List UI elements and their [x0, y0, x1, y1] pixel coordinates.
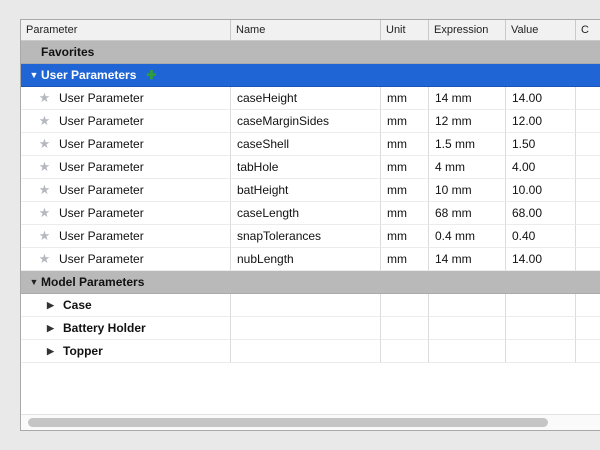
model-group-row-topper[interactable]: ▶ Topper: [21, 340, 600, 363]
param-comment[interactable]: [576, 110, 600, 133]
column-header-comments[interactable]: C: [576, 20, 600, 40]
chevron-right-icon[interactable]: ▶: [47, 317, 57, 339]
param-comment[interactable]: [576, 133, 600, 156]
param-expression[interactable]: 14 mm: [429, 248, 506, 271]
table-row[interactable]: ★ User Parameter caseLength mm 68 mm 68.…: [21, 202, 600, 225]
param-unit: mm: [381, 133, 429, 156]
param-name[interactable]: caseHeight: [231, 87, 381, 110]
model-group-label: Topper: [63, 340, 103, 362]
param-type-label: User Parameter: [59, 133, 144, 155]
param-unit: mm: [381, 156, 429, 179]
param-unit: mm: [381, 179, 429, 202]
model-group-label: Case: [63, 294, 92, 316]
param-expression[interactable]: 0.4 mm: [429, 225, 506, 248]
param-name[interactable]: batHeight: [231, 179, 381, 202]
column-header-name[interactable]: Name: [231, 20, 381, 40]
favorite-star-icon[interactable]: ★: [37, 110, 52, 132]
favorites-group-row[interactable]: Favorites: [21, 41, 600, 64]
chevron-right-icon[interactable]: ▶: [47, 340, 57, 362]
model-group-label: Battery Holder: [63, 317, 146, 339]
chevron-right-icon[interactable]: ▶: [47, 294, 57, 316]
param-type-label: User Parameter: [59, 156, 144, 178]
favorite-star-icon[interactable]: ★: [37, 179, 52, 201]
table-row[interactable]: ★ User Parameter snapTolerances mm 0.4 m…: [21, 225, 600, 248]
param-value: 0.40: [506, 225, 576, 248]
user-parameters-group-label: User Parameters: [41, 68, 136, 82]
param-name[interactable]: caseMarginSides: [231, 110, 381, 133]
param-name[interactable]: snapTolerances: [231, 225, 381, 248]
param-comment[interactable]: [576, 248, 600, 271]
table-row[interactable]: ★ User Parameter caseMarginSides mm 12 m…: [21, 110, 600, 133]
scrollbar-thumb[interactable]: [28, 418, 548, 427]
favorite-star-icon[interactable]: ★: [37, 202, 52, 224]
table-row[interactable]: ★ User Parameter batHeight mm 10 mm 10.0…: [21, 179, 600, 202]
model-group-row-case[interactable]: ▶ Case: [21, 294, 600, 317]
param-value: 12.00: [506, 110, 576, 133]
param-expression[interactable]: 12 mm: [429, 110, 506, 133]
model-parameters-group-row[interactable]: ▼ Model Parameters: [21, 271, 600, 294]
favorite-star-icon[interactable]: ★: [37, 133, 52, 155]
param-type-label: User Parameter: [59, 87, 144, 109]
param-comment[interactable]: [576, 202, 600, 225]
param-unit: mm: [381, 248, 429, 271]
favorites-group-label: Favorites: [41, 45, 94, 59]
favorite-star-icon[interactable]: ★: [37, 156, 52, 178]
chevron-down-icon[interactable]: ▼: [27, 277, 41, 287]
param-value: 4.00: [506, 156, 576, 179]
param-expression[interactable]: 68 mm: [429, 202, 506, 225]
param-name[interactable]: caseShell: [231, 133, 381, 156]
param-expression[interactable]: 10 mm: [429, 179, 506, 202]
param-comment[interactable]: [576, 225, 600, 248]
chevron-down-icon[interactable]: ▼: [27, 70, 41, 80]
param-value: 14.00: [506, 248, 576, 271]
param-expression[interactable]: 14 mm: [429, 87, 506, 110]
column-header-value[interactable]: Value: [506, 20, 576, 40]
table-row[interactable]: ★ User Parameter caseHeight mm 14 mm 14.…: [21, 87, 600, 110]
param-unit: mm: [381, 87, 429, 110]
param-value: 10.00: [506, 179, 576, 202]
param-value: 14.00: [506, 87, 576, 110]
param-name[interactable]: tabHole: [231, 156, 381, 179]
param-type-label: User Parameter: [59, 179, 144, 201]
favorite-star-icon[interactable]: ★: [37, 87, 52, 109]
param-type-label: User Parameter: [59, 248, 144, 270]
horizontal-scrollbar[interactable]: [21, 414, 600, 430]
param-comment[interactable]: [576, 156, 600, 179]
table-row[interactable]: ★ User Parameter tabHole mm 4 mm 4.00: [21, 156, 600, 179]
param-type-label: User Parameter: [59, 225, 144, 247]
user-parameters-group-row[interactable]: ▼ User Parameters ✚: [21, 64, 600, 87]
param-value: 68.00: [506, 202, 576, 225]
param-comment[interactable]: [576, 87, 600, 110]
table-header: Parameter Name Unit Expression Value C: [21, 20, 600, 41]
param-expression[interactable]: 1.5 mm: [429, 133, 506, 156]
table-row[interactable]: ★ User Parameter nubLength mm 14 mm 14.0…: [21, 248, 600, 271]
favorite-star-icon[interactable]: ★: [37, 225, 52, 247]
param-unit: mm: [381, 110, 429, 133]
table-row[interactable]: ★ User Parameter caseShell mm 1.5 mm 1.5…: [21, 133, 600, 156]
param-comment[interactable]: [576, 179, 600, 202]
column-header-expression[interactable]: Expression: [429, 20, 506, 40]
param-name[interactable]: caseLength: [231, 202, 381, 225]
param-unit: mm: [381, 225, 429, 248]
param-expression[interactable]: 4 mm: [429, 156, 506, 179]
model-group-row-battery-holder[interactable]: ▶ Battery Holder: [21, 317, 600, 340]
param-value: 1.50: [506, 133, 576, 156]
column-header-unit[interactable]: Unit: [381, 20, 429, 40]
column-header-parameter[interactable]: Parameter: [21, 20, 231, 40]
parameters-table: Parameter Name Unit Expression Value C F…: [20, 19, 600, 431]
model-parameters-group-label: Model Parameters: [41, 275, 144, 289]
add-parameter-button[interactable]: ✚: [146, 69, 156, 81]
favorite-star-icon[interactable]: ★: [37, 248, 52, 270]
param-unit: mm: [381, 202, 429, 225]
param-type-label: User Parameter: [59, 202, 144, 224]
param-name[interactable]: nubLength: [231, 248, 381, 271]
param-type-label: User Parameter: [59, 110, 144, 132]
